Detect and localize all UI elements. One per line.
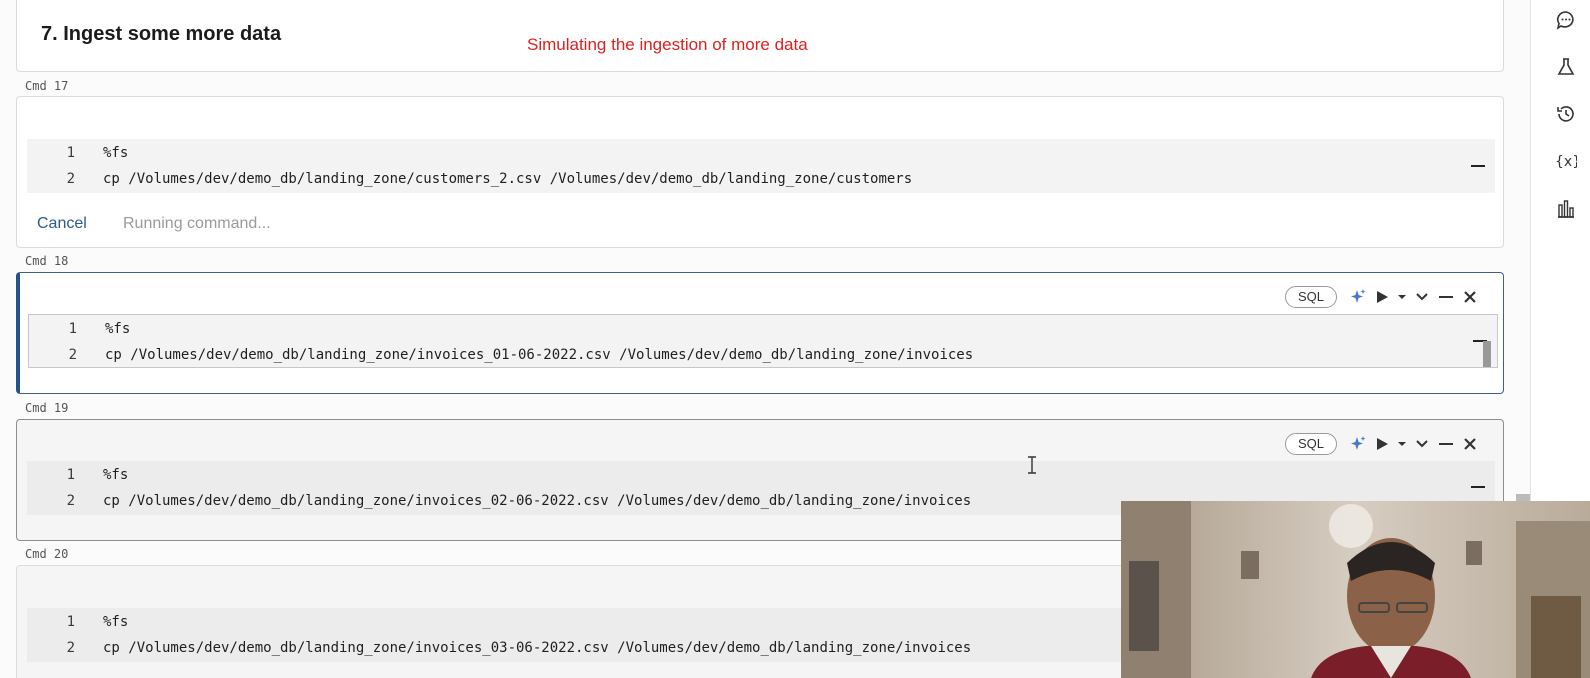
line-number: 1 [66,614,75,630]
code-text: %fs [103,145,129,161]
run-icon[interactable] [1373,287,1391,307]
code-text: %fs [103,467,129,483]
running-status: Running command... [123,215,271,232]
variables-icon[interactable]: {x} [1555,150,1577,172]
experiments-icon[interactable] [1555,56,1577,78]
code-cell-cmd-17[interactable]: 1 %fs 2 cp /Volumes/dev/demo_db/landing_… [16,96,1504,248]
code-cell-cmd-18[interactable]: SQL 1 %fs 2 cp /Volumes/dev/demo_db/land… [16,272,1504,394]
comments-icon[interactable] [1555,9,1577,31]
run-menu-chevron-icon[interactable] [1397,287,1407,307]
cell-toolbar: SQL [1284,285,1479,309]
line-number: 1 [68,321,77,337]
assistant-sparkle-icon[interactable] [1349,434,1367,454]
cmd-label: Cmd 18 [25,254,69,268]
close-icon[interactable] [1461,287,1479,307]
run-menu-chevron-icon[interactable] [1397,434,1407,454]
line-number: 1 [66,467,75,483]
cancel-button[interactable]: Cancel [37,215,87,233]
collapse-chevron-icon[interactable] [1413,287,1431,307]
language-badge[interactable]: SQL [1284,433,1337,455]
cmd-label: Cmd 17 [25,79,69,93]
cmd-label: Cmd 20 [25,547,69,561]
code-text: %fs [105,321,131,337]
revision-history-icon[interactable] [1555,103,1577,125]
line-number: 2 [66,171,75,187]
minimap-marker [1471,486,1485,488]
line-number: 1 [66,145,75,161]
line-number: 2 [68,347,77,363]
section-heading: 7. Ingest some more data [41,23,282,45]
language-badge[interactable]: SQL [1284,286,1337,308]
minimize-icon[interactable] [1437,434,1455,454]
minimap-marker [1471,165,1485,167]
annotation-text: Simulating the ingestion of more data [527,35,808,54]
code-text: %fs [103,614,129,630]
data-profile-icon[interactable] [1555,198,1577,220]
collapse-chevron-icon[interactable] [1413,434,1431,454]
editor-scrollbar[interactable] [1483,341,1491,367]
cmd-label: Cmd 19 [25,401,69,415]
close-icon[interactable] [1461,434,1479,454]
code-text: cp /Volumes/dev/demo_db/landing_zone/inv… [103,640,972,656]
cell-toolbar: SQL [1284,432,1479,456]
code-editor[interactable]: 1 %fs 2 cp /Volumes/dev/demo_db/landing_… [27,139,1495,193]
line-number: 2 [66,493,75,509]
text-cursor-icon [1028,456,1036,474]
code-line: 2 cp /Volumes/dev/demo_db/landing_zone/i… [29,342,1489,368]
code-line: 2 cp /Volumes/dev/demo_db/landing_zone/c… [27,166,1487,192]
code-text: cp /Volumes/dev/demo_db/landing_zone/inv… [103,493,972,509]
code-line: 1 %fs [29,316,1489,342]
run-icon[interactable] [1373,434,1391,454]
minimize-icon[interactable] [1437,287,1455,307]
line-number: 2 [66,640,75,656]
code-text: cp /Volumes/dev/demo_db/landing_zone/inv… [105,347,974,363]
code-text: cp /Volumes/dev/demo_db/landing_zone/cus… [103,171,913,187]
assistant-sparkle-icon[interactable] [1349,287,1367,307]
code-line: 1 %fs [27,140,1487,166]
markdown-cell[interactable]: 7. Ingest some more data Simulating the … [16,0,1504,72]
code-editor[interactable]: 1 %fs 2 cp /Volumes/dev/demo_db/landing_… [28,314,1498,368]
code-line: 1 %fs [27,462,1487,488]
svg-text:{x}: {x} [1555,154,1577,170]
webcam-overlay [1121,501,1590,678]
